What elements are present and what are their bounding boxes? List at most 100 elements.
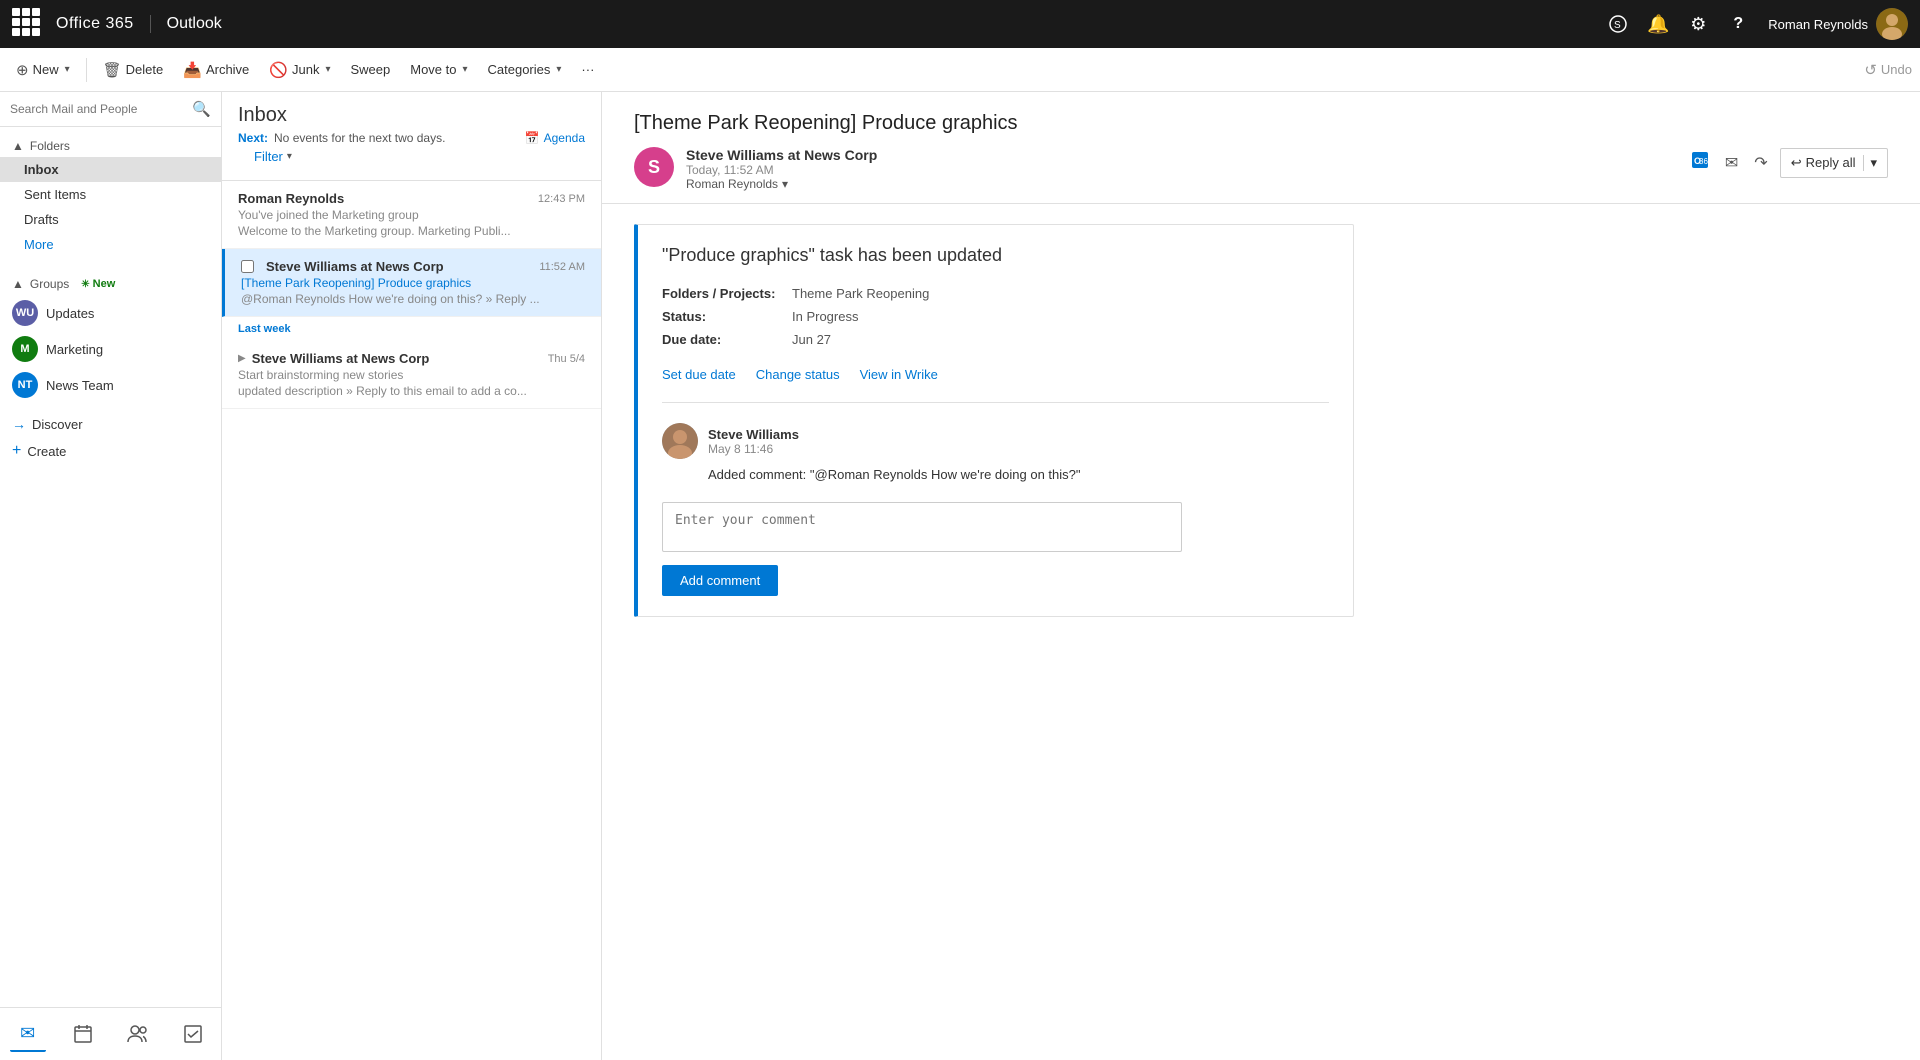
sweep-button[interactable]: Sweep xyxy=(342,58,398,81)
reply-all-button[interactable]: ↩ Reply all ▾ xyxy=(1780,148,1888,178)
email-2-checkbox[interactable] xyxy=(241,260,254,273)
task-field-label-folders: Folders / Projects: xyxy=(662,286,792,301)
bell-icon[interactable]: 🔔 xyxy=(1640,6,1676,42)
user-avatar xyxy=(1876,8,1908,40)
task-field-value-due: Jun 27 xyxy=(792,332,831,347)
app-grid-icon[interactable] xyxy=(12,8,44,40)
new-button[interactable]: ⊕ New ▾ xyxy=(8,57,78,83)
sidebar-item-sent[interactable]: Sent Items xyxy=(0,182,221,207)
set-due-date-link[interactable]: Set due date xyxy=(662,367,736,382)
task-fields: Folders / Projects: Theme Park Reopening… xyxy=(662,286,1329,347)
categories-button[interactable]: Categories ▾ xyxy=(480,58,570,81)
filter-chevron: ▾ xyxy=(287,151,292,162)
comment-time: May 8 11:46 xyxy=(708,442,799,456)
email-item-2[interactable]: Steve Williams at News Corp 11:52 AM [Th… xyxy=(222,249,601,317)
sidebar-item-news-team[interactable]: NT News Team xyxy=(0,367,221,403)
comment-text: Added comment: "@Roman Reynolds How we'r… xyxy=(662,467,1329,482)
gear-icon[interactable]: ⚙ xyxy=(1680,6,1716,42)
sidebar-item-more[interactable]: More xyxy=(0,232,221,257)
user-profile[interactable]: Roman Reynolds xyxy=(1768,8,1908,40)
news-team-avatar: NT xyxy=(12,372,38,398)
filter-button[interactable]: Filter ▾ xyxy=(254,149,292,164)
reply-all-dropdown[interactable]: ▾ xyxy=(1863,155,1877,171)
sidebar: 🔍 ▲ Folders Inbox Sent Items Drafts More… xyxy=(0,92,222,1060)
task-field-value-status: In Progress xyxy=(792,309,858,324)
add-comment-button[interactable]: Add comment xyxy=(662,565,778,596)
new-icon: ⊕ xyxy=(16,61,29,79)
email-3-chevron: ▶ xyxy=(238,353,246,364)
tasks-nav-icon[interactable] xyxy=(175,1016,211,1052)
top-nav: Office 365 Outlook S 🔔 ⚙ ? Roman Reynold… xyxy=(0,0,1920,48)
skype-icon[interactable]: S xyxy=(1600,6,1636,42)
task-field-value-folders: Theme Park Reopening xyxy=(792,286,929,301)
email-item-3-header: ▶ Steve Williams at News Corp Thu 5/4 xyxy=(238,351,585,366)
task-field-label-status: Status: xyxy=(662,309,792,324)
reading-meta-info: Steve Williams at News Corp Today, 11:52… xyxy=(686,147,1675,191)
mail-nav-icon[interactable]: ✉ xyxy=(10,1016,46,1052)
main-layout: 🔍 ▲ Folders Inbox Sent Items Drafts More… xyxy=(0,92,1920,1060)
top-nav-icons: S 🔔 ⚙ ? Roman Reynolds xyxy=(1600,6,1908,42)
envelope-action-btn[interactable]: ✉ xyxy=(1721,149,1742,177)
folders-section: ▲ Folders Inbox Sent Items Drafts More xyxy=(0,127,221,265)
sidebar-item-create[interactable]: + Create xyxy=(0,437,221,465)
undo-icon: ↺ xyxy=(1864,61,1877,79)
view-in-wrike-link[interactable]: View in Wrike xyxy=(860,367,938,382)
reading-actions: O365 ✉ ↷ ↩ Reply all ▾ xyxy=(1687,147,1888,178)
sidebar-item-inbox[interactable]: Inbox xyxy=(0,157,221,182)
comment-section: Steve Williams May 8 11:46 Added comment… xyxy=(662,423,1329,596)
reading-timestamp: Today, 11:52 AM xyxy=(686,163,1675,177)
sidebar-item-discover[interactable]: → Discover xyxy=(0,411,221,437)
email-list: Roman Reynolds 12:43 PM You've joined th… xyxy=(222,181,601,1060)
people-nav-icon[interactable] xyxy=(120,1016,156,1052)
comment-author-row: Steve Williams May 8 11:46 xyxy=(662,423,1329,459)
task-field-folders: Folders / Projects: Theme Park Reopening xyxy=(662,286,1329,301)
folders-header[interactable]: ▲ Folders xyxy=(0,135,221,157)
collapse-icon: ▲ xyxy=(12,139,24,153)
email-2-preview: @Roman Reynolds How we're doing on this?… xyxy=(241,292,585,306)
groups-section: ▲ Groups New WU Updates M Marketing NT N… xyxy=(0,265,221,411)
move-to-dropdown-arrow[interactable]: ▾ xyxy=(462,64,467,75)
comment-input-area: Add comment xyxy=(662,502,1182,596)
search-input[interactable] xyxy=(10,102,186,116)
email-2-time: 11:52 AM xyxy=(539,261,585,273)
agenda-link[interactable]: 📅 Agenda xyxy=(525,131,585,145)
email-item-1[interactable]: Roman Reynolds 12:43 PM You've joined th… xyxy=(222,181,601,249)
change-status-link[interactable]: Change status xyxy=(756,367,840,382)
inbox-next-row: Next: No events for the next two days. 📅… xyxy=(238,131,585,145)
task-actions: Set due date Change status View in Wrike xyxy=(662,367,1329,403)
forward-action-btn[interactable]: ↷ xyxy=(1750,149,1771,177)
comment-avatar xyxy=(662,423,698,459)
search-bar: 🔍 xyxy=(0,92,221,127)
reading-to: Roman Reynolds ▾ xyxy=(686,177,1675,191)
sidebar-item-marketing[interactable]: M Marketing xyxy=(0,331,221,367)
reply-all-icon: ↩ xyxy=(1791,155,1802,171)
comment-input[interactable] xyxy=(662,502,1182,552)
new-dropdown-arrow[interactable]: ▾ xyxy=(65,64,70,75)
archive-icon: 📥 xyxy=(183,61,202,79)
sidebar-item-updates[interactable]: WU Updates xyxy=(0,295,221,331)
calendar-small-icon: 📅 xyxy=(525,131,540,145)
junk-button[interactable]: 🚫 Junk ▾ xyxy=(261,57,338,83)
email-1-time: 12:43 PM xyxy=(538,193,585,205)
move-to-button[interactable]: Move to ▾ xyxy=(402,58,475,81)
undo-button[interactable]: ↺ Undo xyxy=(1864,61,1912,79)
more-button[interactable]: ··· xyxy=(573,58,602,81)
search-icon[interactable]: 🔍 xyxy=(192,100,211,118)
junk-dropdown-arrow[interactable]: ▾ xyxy=(325,64,330,75)
delete-button[interactable]: 🗑 Delete xyxy=(95,57,172,83)
brand-label: Office 365 xyxy=(56,15,151,33)
archive-button[interactable]: 📥 Archive xyxy=(175,57,257,83)
help-icon[interactable]: ? xyxy=(1720,6,1756,42)
to-dropdown-arrow[interactable]: ▾ xyxy=(782,177,788,191)
outlook-action-btn[interactable]: O365 xyxy=(1687,147,1713,178)
task-card-title: "Produce graphics" task has been updated xyxy=(662,245,1329,266)
task-field-due: Due date: Jun 27 xyxy=(662,332,1329,347)
calendar-nav-icon[interactable] xyxy=(65,1016,101,1052)
email-3-preview2: updated description » Reply to this emai… xyxy=(238,384,585,398)
categories-dropdown-arrow[interactable]: ▾ xyxy=(556,64,561,75)
email-item-3[interactable]: ▶ Steve Williams at News Corp Thu 5/4 St… xyxy=(222,341,601,409)
groups-header[interactable]: ▲ Groups New xyxy=(0,273,221,295)
sidebar-item-drafts[interactable]: Drafts xyxy=(0,207,221,232)
junk-icon: 🚫 xyxy=(269,61,288,79)
next-label: Next: xyxy=(238,131,268,145)
